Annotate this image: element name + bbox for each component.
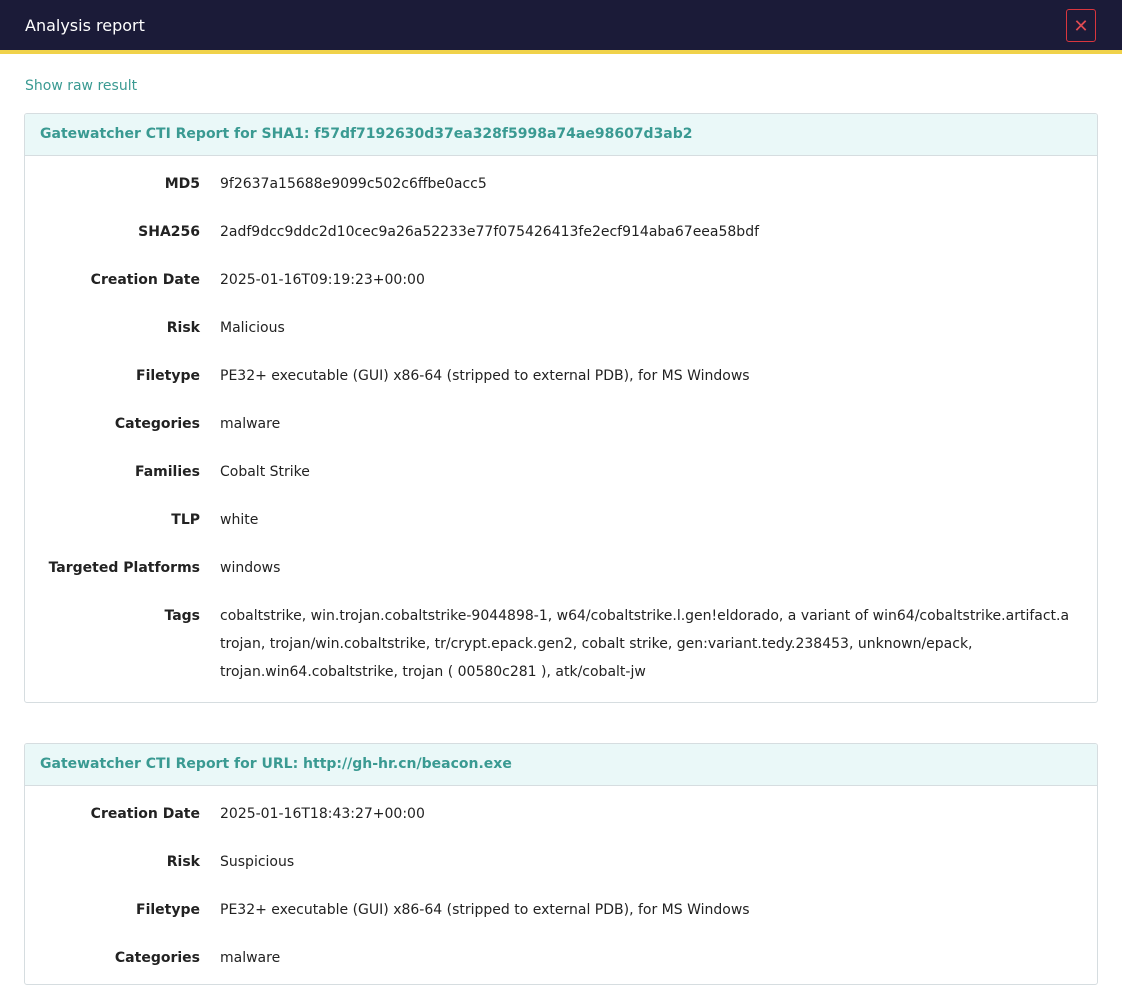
field-row-categories: Categories malware <box>25 410 1097 438</box>
report-card-sha1: Gatewatcher CTI Report for SHA1: f57df71… <box>24 113 1098 703</box>
field-row-risk: Risk Malicious <box>25 314 1097 342</box>
field-value: cobaltstrike, win.trojan.cobaltstrike-90… <box>220 608 1070 680</box>
report-card-title: Gatewatcher CTI Report for SHA1: f57df71… <box>25 114 1097 156</box>
field-label: Families <box>134 464 200 480</box>
field-value: Malicious <box>220 320 285 336</box>
show-raw-result-link[interactable]: Show raw result <box>25 77 137 95</box>
field-value: 2025-01-16T09:19:23+00:00 <box>220 272 425 288</box>
field-value: 9f2637a15688e9099c502c6ffbe0acc5 <box>220 176 487 192</box>
field-label: Categories <box>114 416 200 432</box>
field-label: Risk <box>166 854 200 870</box>
field-value: 2adf9dcc9ddc2d10cec9a26a52233e77f0754264… <box>220 224 760 240</box>
field-value: Suspicious <box>220 854 295 870</box>
field-row-families: Families Cobalt Strike <box>25 458 1097 486</box>
field-row-tlp: TLP white <box>25 506 1097 534</box>
report-card-url: Gatewatcher CTI Report for URL: http://g… <box>24 743 1098 985</box>
close-button[interactable]: ✕ <box>1066 9 1096 42</box>
field-label: Filetype <box>136 368 200 384</box>
field-value: PE32+ executable (GUI) x86-64 (stripped … <box>220 368 750 384</box>
field-value: Cobalt Strike <box>220 464 310 480</box>
modal-title: Analysis report <box>25 16 145 35</box>
report-card-title: Gatewatcher CTI Report for URL: http://g… <box>25 744 1097 786</box>
field-row-sha256: SHA256 2adf9dcc9ddc2d10cec9a26a52233e77f… <box>25 218 1097 246</box>
report-card-body: MD5 9f2637a15688e9099c502c6ffbe0acc5 SHA… <box>25 156 1097 702</box>
field-row-risk: Risk Suspicious <box>25 848 1097 876</box>
field-row-tags: Tags cobaltstrike, win.trojan.cobaltstri… <box>25 602 1097 686</box>
close-icon: ✕ <box>1073 16 1089 36</box>
field-label: TLP <box>171 512 200 528</box>
field-label: Filetype <box>136 902 200 918</box>
field-value: windows <box>220 560 281 576</box>
field-label: Creation Date <box>90 806 200 822</box>
field-row-md5: MD5 9f2637a15688e9099c502c6ffbe0acc5 <box>25 170 1097 198</box>
field-label: Creation Date <box>90 272 200 288</box>
field-row-creation-date: Creation Date 2025-01-16T09:19:23+00:00 <box>25 266 1097 294</box>
field-label: MD5 <box>164 176 200 192</box>
field-row-creation-date: Creation Date 2025-01-16T18:43:27+00:00 <box>25 800 1097 828</box>
field-label: Tags <box>164 608 200 624</box>
field-value: malware <box>220 416 281 432</box>
modal-header: Analysis report ✕ <box>0 0 1122 54</box>
field-row-filetype: Filetype PE32+ executable (GUI) x86-64 (… <box>25 362 1097 390</box>
field-label: Categories <box>114 950 200 966</box>
report-card-body: Creation Date 2025-01-16T18:43:27+00:00 … <box>25 786 1097 984</box>
field-value: white <box>220 512 259 528</box>
field-row-categories: Categories malware <box>25 944 1097 972</box>
field-value: PE32+ executable (GUI) x86-64 (stripped … <box>220 902 750 918</box>
field-value: malware <box>220 950 281 966</box>
field-label: Targeted Platforms <box>48 560 200 576</box>
field-label: Risk <box>166 320 200 336</box>
field-row-targeted-platforms: Targeted Platforms windows <box>25 554 1097 582</box>
field-row-filetype: Filetype PE32+ executable (GUI) x86-64 (… <box>25 896 1097 924</box>
field-label: SHA256 <box>138 224 200 240</box>
field-value: 2025-01-16T18:43:27+00:00 <box>220 806 425 822</box>
